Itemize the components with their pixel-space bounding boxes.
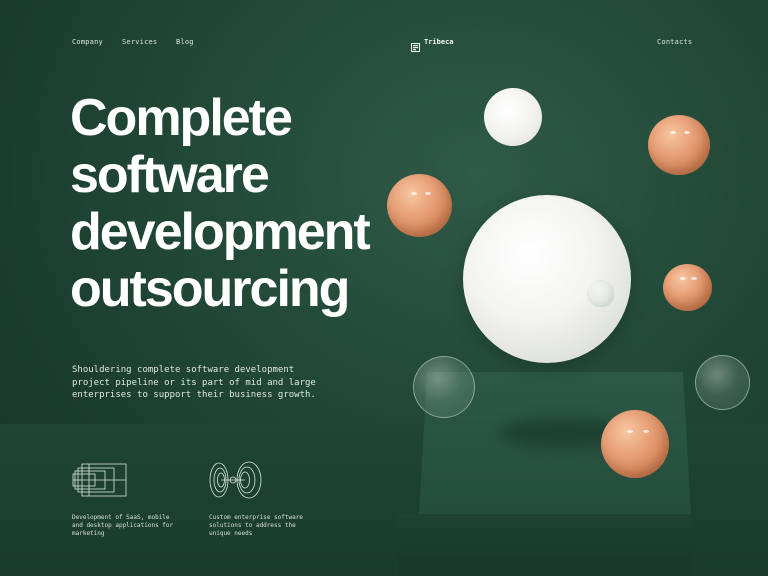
sphere-highlight bbox=[411, 192, 417, 195]
sphere-highlight bbox=[684, 131, 690, 134]
glass-sphere bbox=[413, 356, 475, 418]
feature-text: Custom enterprise software solutions to … bbox=[209, 514, 303, 537]
orange-sphere bbox=[387, 174, 452, 237]
sphere-highlight bbox=[425, 192, 431, 195]
large-white-sphere bbox=[463, 195, 631, 363]
nav-blog-link[interactable]: Blog bbox=[176, 38, 194, 46]
hero-title: Complete software development outsourcin… bbox=[70, 90, 420, 318]
nav-contacts-link[interactable]: Contacts bbox=[657, 38, 692, 46]
tribeca-logo-icon bbox=[411, 37, 420, 52]
hero-title-line: software bbox=[70, 146, 270, 204]
nav-company-link[interactable]: Company bbox=[72, 38, 103, 46]
glass-sphere bbox=[695, 355, 750, 410]
sphere-highlight bbox=[670, 131, 676, 134]
sphere-highlight bbox=[627, 430, 633, 433]
orange-sphere bbox=[648, 115, 710, 175]
hero-title-line: Complete bbox=[70, 89, 293, 147]
feature-text: Development of SaaS, mobile and desktop … bbox=[72, 514, 174, 537]
layered-rectangles-icon bbox=[72, 460, 128, 500]
orange-sphere bbox=[663, 264, 712, 311]
orange-sphere bbox=[601, 410, 669, 478]
hero-title-line: outsourcing bbox=[70, 260, 350, 318]
hero-title-line: development bbox=[70, 203, 371, 261]
small-white-sphere bbox=[484, 88, 542, 146]
concentric-waves-icon bbox=[209, 460, 265, 500]
sphere-highlight bbox=[643, 430, 649, 433]
pedestal-front bbox=[398, 514, 692, 576]
nav-services-link[interactable]: Services bbox=[122, 38, 157, 46]
glass-sphere bbox=[587, 280, 615, 308]
hero-subtitle: Shouldering complete software developmen… bbox=[72, 365, 316, 400]
brand-logo[interactable]: Tribeca bbox=[411, 37, 454, 52]
sphere-highlight bbox=[691, 277, 697, 280]
feature-saas: Development of SaaS, mobile and desktop … bbox=[72, 460, 192, 538]
brand-name: Tribeca bbox=[424, 37, 454, 46]
feature-enterprise: Custom enterprise software solutions to … bbox=[209, 460, 329, 538]
sphere-highlight bbox=[680, 277, 686, 280]
